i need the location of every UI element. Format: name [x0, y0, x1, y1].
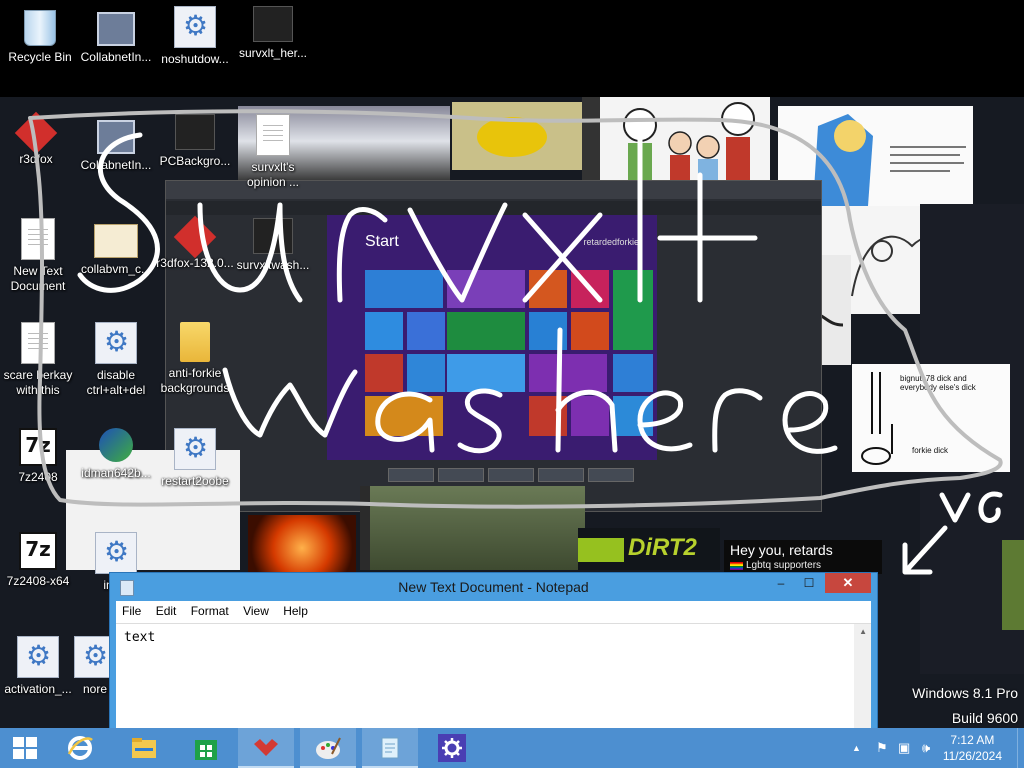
folder-icon [132, 738, 156, 758]
menu-format[interactable]: Format [185, 601, 234, 618]
desktop-icon-pcbackgro[interactable]: PCBackgro... [155, 114, 235, 169]
7zip-icon: 7z [19, 428, 57, 466]
desktop-icon-r3dfox[interactable]: r3dfox [0, 111, 76, 167]
desktop-icon-collabnet-top[interactable]: CollabnetIn... [76, 6, 156, 65]
desktop-icon-7z2408[interactable]: 7z 7z2408 [0, 428, 78, 485]
start-screen-image: Start retardedforkie [327, 215, 657, 460]
volume-icon[interactable]: 🕪 [922, 740, 930, 756]
r3dfox-installer-icon [173, 215, 217, 259]
gear-icon [438, 734, 466, 762]
desktop-icon-idman[interactable]: idman642b... [76, 428, 156, 481]
desktop-icon-noshutdown[interactable]: noshutdow... [155, 6, 235, 67]
minimize-button[interactable]: – [767, 573, 795, 593]
document-icon [21, 218, 55, 260]
desktop-icon-disable-ctrl-alt-del[interactable]: disable ctrl+alt+del [76, 322, 156, 398]
dirt2-image: DiRT2 [578, 528, 720, 570]
green-strip-image [1002, 540, 1024, 630]
computer-icon [97, 120, 135, 154]
settings-file-icon [17, 636, 59, 678]
document-icon [256, 114, 290, 156]
close-button[interactable]: ✕ [825, 573, 871, 593]
maximize-button[interactable]: ☐ [795, 573, 823, 593]
7zip-icon: 7z [19, 532, 57, 570]
image-file-icon [253, 218, 293, 254]
banner-image: Hey you, retards Lgbtq supporters [724, 540, 882, 574]
notepad-text-area[interactable]: text ▲ [116, 623, 871, 731]
document-icon [21, 322, 55, 364]
internet-explorer-icon [67, 736, 93, 760]
settings-file-icon [95, 532, 137, 574]
desktop-icon-survxltwash[interactable]: survxltwash... [233, 218, 313, 273]
taskbar: ▲ ⚑ ▣ 🕪 7:12 AM 11/26/2024 [0, 728, 1024, 768]
paint-icon [316, 737, 341, 759]
desktop-icon-r3dfox-132[interactable]: r3dfox-132.0... [155, 215, 235, 271]
truck-image [370, 486, 585, 570]
idm-installer-icon [99, 428, 133, 462]
image-file-icon [253, 6, 293, 42]
menu-help[interactable]: Help [277, 601, 313, 618]
desktop-icon-7z2408-x64[interactable]: 7z 7z2408-x64 [0, 532, 78, 589]
notepad-content[interactable]: text [124, 630, 155, 645]
show-desktop-button[interactable] [1017, 728, 1024, 768]
action-center-flag-icon[interactable]: ⚑ [876, 740, 888, 756]
desktop-icon-anti-forkie[interactable]: anti-forkie backgrounds [155, 322, 235, 396]
clock-date: 11/26/2024 [942, 749, 1002, 763]
r3dfox-icon [14, 111, 58, 155]
r3dfox-icon [254, 739, 278, 756]
settings-file-icon [95, 322, 137, 364]
taskbar-paint[interactable] [300, 728, 356, 768]
desktop-icon-recycle-bin[interactable]: Recycle Bin [0, 6, 80, 65]
yellow-blob-image [452, 102, 582, 170]
notepad-icon [381, 737, 399, 759]
windows-build-watermark: Build 9600 [951, 710, 1018, 726]
desktop-icon-collabvm-c[interactable]: collabvm_c... [76, 218, 156, 277]
taskbar-store[interactable] [178, 728, 234, 768]
clock[interactable]: 7:12 AM 11/26/2024 [943, 732, 1002, 764]
clock-time: 7:12 AM [950, 733, 995, 747]
taskbar-file-explorer[interactable] [116, 728, 172, 768]
desktop-icon-new-text-document[interactable]: New Text Document [0, 218, 78, 294]
network-icon[interactable]: ▣ [898, 740, 910, 756]
taskbar-notepad[interactable] [362, 728, 418, 768]
system-tray: ▲ ⚑ ▣ 🕪 [846, 728, 956, 768]
desktop-icon-scare-berkay[interactable]: scare berkay with this [0, 322, 78, 398]
start-button[interactable] [0, 728, 52, 768]
notepad-title-bar[interactable]: New Text Document - Notepad – ☐ ✕ [110, 573, 877, 601]
menu-edit[interactable]: Edit [150, 601, 182, 618]
menu-file[interactable]: File [116, 601, 146, 618]
image-file-icon [175, 114, 215, 150]
folder-icon [180, 322, 210, 362]
computer-icon [97, 12, 135, 46]
windows-edition-watermark: Windows 8.1 Pro [912, 685, 1018, 701]
settings-file-icon [174, 428, 216, 470]
meme-image: bignuts78 dick and everybody else's dick… [852, 364, 1010, 472]
show-hidden-icons-icon[interactable]: ▲ [852, 743, 861, 753]
desktop-icon-restart2oobe[interactable]: restart2oobe [155, 428, 235, 489]
desktop-icon-survxlt-opinion[interactable]: survxlt's opinion ... [233, 114, 313, 190]
scroll-up-icon[interactable]: ▲ [859, 627, 867, 636]
desktop-icon-survxlt-her[interactable]: survxlt_her... [233, 6, 313, 61]
taskbar-internet-explorer[interactable] [52, 728, 108, 768]
desktop-icon-collabnet-mid[interactable]: CollabnetIn... [76, 114, 156, 173]
taskbar-settings[interactable] [424, 728, 480, 768]
notepad-window[interactable]: New Text Document - Notepad – ☐ ✕ File E… [109, 572, 878, 732]
store-icon [195, 740, 217, 760]
windows-logo-icon [13, 737, 37, 759]
certificate-icon [94, 224, 138, 258]
vertical-scrollbar[interactable]: ▲ [854, 624, 871, 731]
explosion-image [248, 515, 356, 575]
recycle-bin-icon [24, 10, 56, 46]
settings-file-icon [174, 6, 216, 48]
notepad-menubar: File Edit Format View Help [116, 601, 871, 623]
notepad-title: New Text Document - Notepad [398, 579, 589, 595]
taskbar-r3dfox[interactable] [238, 728, 294, 768]
menu-view[interactable]: View [237, 601, 274, 618]
